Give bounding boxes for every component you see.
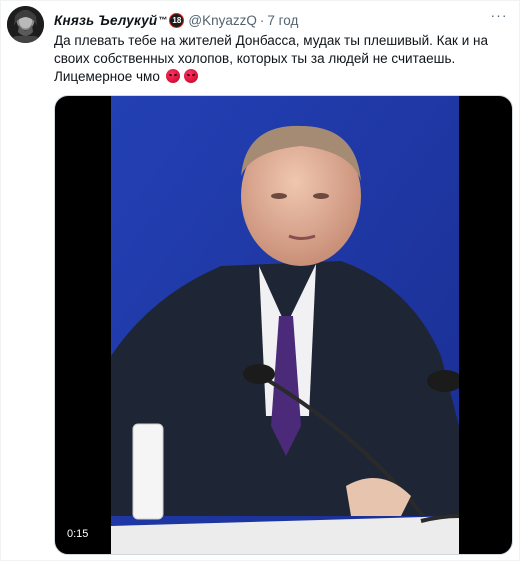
tweet-text-line: Да плевать тебе на жителей Донбасса, муд… xyxy=(54,33,488,48)
video-player[interactable]: 0:15 xyxy=(54,95,513,555)
avatar[interactable] xyxy=(7,6,44,43)
user-handle[interactable]: @KnyazzQ xyxy=(188,13,256,28)
tweet-card[interactable]: Князь Ъелукуй ™ 18 @KnyazzQ · 7 год ··· … xyxy=(0,0,520,561)
video-frame[interactable] xyxy=(111,96,459,554)
trademark-mark: ™ xyxy=(158,15,168,25)
tweet-header: Князь Ъелукуй ™ 18 @KnyazzQ · 7 год xyxy=(54,10,298,30)
more-horizontal-icon[interactable]: ··· xyxy=(488,7,510,23)
tweet-text-line-last: Лицемерное чмо xyxy=(54,68,509,86)
avatar-image xyxy=(7,6,44,43)
angry-face-emoji-icon xyxy=(184,69,199,83)
timestamp[interactable]: 7 год xyxy=(267,13,298,28)
tweet-text-line: Лицемерное чмо xyxy=(54,69,160,84)
tweet-text: Да плевать тебе на жителей Донбасса, муд… xyxy=(54,32,509,86)
tweet-text-line: своих собственных холопов, которых ты за… xyxy=(54,51,456,66)
age-18-badge-icon: 18 xyxy=(169,12,185,28)
angry-face-emoji-icon xyxy=(165,69,180,83)
display-name[interactable]: Князь Ъелукуй xyxy=(54,13,157,28)
video-still-image xyxy=(111,96,459,554)
video-duration: 0:15 xyxy=(62,526,94,542)
separator-dot: · xyxy=(259,12,265,28)
